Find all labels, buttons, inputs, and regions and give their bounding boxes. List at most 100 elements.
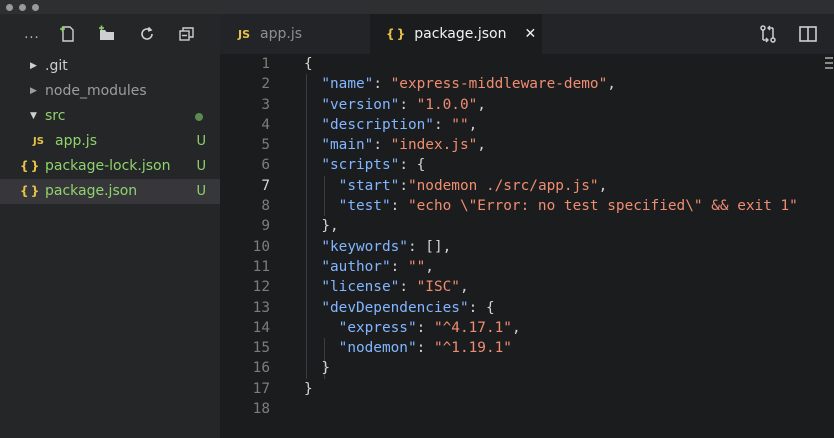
code-text: "start":"nodemon ./src/app.js", bbox=[338, 177, 608, 194]
line-number: 7 bbox=[261, 177, 270, 194]
compare-changes-icon bbox=[760, 25, 776, 43]
more-actions-label: ... bbox=[24, 26, 40, 42]
code-text: "description": "", bbox=[321, 116, 478, 133]
chevron-right-icon: ▶ bbox=[30, 86, 37, 96]
new-file-icon bbox=[60, 26, 74, 42]
split-editor-icon bbox=[799, 26, 817, 42]
more-actions-button[interactable]: ... bbox=[22, 24, 42, 44]
file-tree: ▶ .git ▶ node_modules ▼ src JS app.js U … bbox=[0, 54, 220, 204]
line-number: 17 bbox=[252, 380, 270, 397]
tree-item-label: package-lock.json bbox=[45, 158, 171, 174]
tab-app-js[interactable]: JS app.js bbox=[220, 14, 370, 54]
js-file-icon: JS bbox=[238, 27, 251, 41]
line-number: 1 bbox=[261, 56, 270, 72]
tree-item-app-js[interactable]: JS app.js U bbox=[0, 129, 220, 154]
code-text: } bbox=[304, 380, 313, 397]
code-line[interactable]: 16 } bbox=[220, 358, 834, 378]
json-file-icon: { } bbox=[386, 27, 405, 41]
code-line[interactable]: 7 "start":"nodemon ./src/app.js", bbox=[220, 176, 834, 196]
tree-item-label: src bbox=[45, 108, 66, 124]
code-text: "scripts": { bbox=[321, 157, 426, 174]
code-line[interactable]: 11 "author": "", bbox=[220, 257, 834, 277]
code-text: "devDependencies": { bbox=[321, 299, 495, 316]
new-file-button[interactable] bbox=[58, 24, 78, 44]
code-text: "nodemon": "^1.19.1" bbox=[338, 340, 512, 357]
chevron-down-icon: ▼ bbox=[30, 111, 37, 121]
line-number: 15 bbox=[252, 340, 270, 357]
code-line[interactable]: 9 }, bbox=[220, 216, 834, 236]
new-folder-button[interactable] bbox=[97, 24, 117, 44]
untracked-badge: U bbox=[196, 134, 206, 149]
tree-item-node-modules[interactable]: ▶ node_modules bbox=[0, 79, 220, 104]
code-line[interactable]: 2 "name": "express-middleware-demo", bbox=[220, 74, 834, 94]
tree-item-git[interactable]: ▶ .git bbox=[0, 54, 220, 79]
line-number: 11 bbox=[252, 258, 270, 275]
json-file-icon: { } bbox=[20, 159, 39, 173]
code-text: } bbox=[304, 360, 330, 377]
json-file-icon: { } bbox=[20, 184, 39, 198]
code-line[interactable]: 17} bbox=[220, 379, 834, 399]
tree-item-src[interactable]: ▼ src bbox=[0, 104, 220, 129]
line-number: 10 bbox=[252, 238, 270, 255]
chevron-right-icon: ▶ bbox=[30, 61, 37, 71]
refresh-button[interactable] bbox=[137, 24, 157, 44]
code-line[interactable]: 4 "description": "", bbox=[220, 115, 834, 135]
code-line[interactable]: 1{ bbox=[220, 54, 834, 74]
tab-label: package.json bbox=[414, 26, 507, 42]
code-text: }, bbox=[304, 218, 339, 235]
line-number: 13 bbox=[252, 299, 270, 316]
line-number: 8 bbox=[261, 198, 270, 215]
code-line[interactable]: 14 "express": "^4.17.1", bbox=[220, 318, 834, 338]
line-number: 2 bbox=[261, 76, 270, 93]
explorer-toolbar: ... bbox=[0, 14, 220, 54]
tree-item-package-json[interactable]: { } package.json U bbox=[0, 179, 220, 204]
refresh-icon bbox=[141, 26, 153, 40]
code-line[interactable]: 10 "keywords": [], bbox=[220, 237, 834, 257]
code-text: "main": "index.js", bbox=[321, 137, 486, 154]
untracked-badge: U bbox=[196, 184, 206, 199]
code-line[interactable]: 5 "main": "index.js", bbox=[220, 135, 834, 155]
line-number: 18 bbox=[252, 401, 270, 418]
file-explorer: ... ▶ .git ▶ node_modules ▼ src JS app.j… bbox=[0, 14, 220, 438]
tree-item-label: app.js bbox=[55, 133, 97, 149]
code-line[interactable]: 3 "version": "1.0.0", bbox=[220, 95, 834, 115]
line-number: 6 bbox=[261, 157, 270, 174]
window-minimize-dot[interactable] bbox=[19, 4, 26, 11]
line-number: 4 bbox=[261, 116, 270, 133]
tree-item-label: node_modules bbox=[45, 83, 147, 99]
line-number: 16 bbox=[252, 360, 270, 377]
code-line[interactable]: 13 "devDependencies": { bbox=[220, 298, 834, 318]
line-number: 3 bbox=[261, 96, 270, 113]
collapse-all-button[interactable] bbox=[177, 24, 197, 44]
tree-item-package-lock-json[interactable]: { } package-lock.json U bbox=[0, 154, 220, 179]
code-text: "express": "^4.17.1", bbox=[338, 319, 521, 336]
compare-changes-button[interactable] bbox=[757, 24, 779, 44]
code-line[interactable]: 15 "nodemon": "^1.19.1" bbox=[220, 338, 834, 358]
code-text: "author": "", bbox=[321, 258, 434, 275]
code-line[interactable]: 18 bbox=[220, 399, 834, 419]
code-text: { bbox=[304, 56, 313, 72]
line-number: 5 bbox=[261, 137, 270, 154]
line-number: 14 bbox=[252, 319, 270, 336]
code-view[interactable]: 1{2 "name": "express-middleware-demo", 3 … bbox=[220, 54, 834, 419]
code-line[interactable]: 8 "test": "echo \"Error: no test specifi… bbox=[220, 196, 834, 216]
modified-dot-badge bbox=[195, 113, 203, 121]
line-number: 9 bbox=[261, 218, 270, 235]
line-number: 12 bbox=[252, 279, 270, 296]
code-text: "license": "ISC", bbox=[321, 279, 469, 296]
close-tab-icon[interactable]: ✕ bbox=[524, 26, 536, 42]
tree-item-label: package.json bbox=[45, 183, 138, 199]
split-editor-button[interactable] bbox=[797, 24, 819, 44]
new-folder-icon bbox=[99, 25, 114, 40]
code-text: "keywords": [], bbox=[321, 238, 452, 255]
code-line[interactable]: 6 "scripts": { bbox=[220, 155, 834, 175]
window-zoom-dot[interactable] bbox=[32, 4, 39, 11]
tab-bar: JS app.js { } package.json ✕ bbox=[220, 14, 834, 54]
editor-area: JS app.js { } package.json ✕ 1{2 "name":… bbox=[220, 14, 834, 438]
js-file-icon: JS bbox=[33, 136, 44, 147]
tab-package-json[interactable]: { } package.json ✕ bbox=[370, 14, 542, 54]
window-close-dot[interactable] bbox=[6, 4, 13, 11]
code-text: "name": "express-middleware-demo", bbox=[321, 76, 616, 93]
code-line[interactable]: 12 "license": "ISC", bbox=[220, 277, 834, 297]
overview-ruler bbox=[824, 54, 834, 72]
